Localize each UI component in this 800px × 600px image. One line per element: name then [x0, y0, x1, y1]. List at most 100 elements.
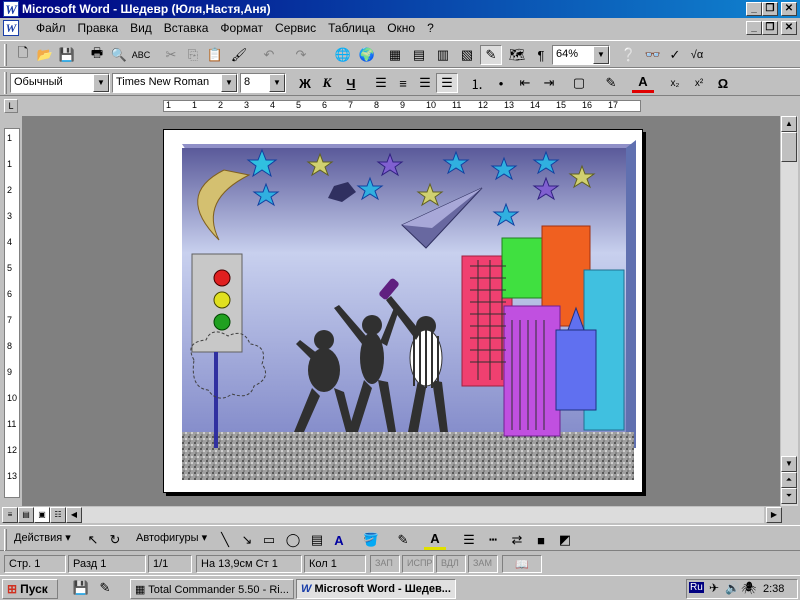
language-indicator[interactable]: Ru	[689, 582, 704, 593]
status-rec[interactable]: ЗАП	[370, 555, 400, 573]
italic-button[interactable]: К	[316, 73, 338, 93]
vertical-ruler[interactable]: 1 1 2 3 4 5 6 7 8 9 10 11 12 13	[4, 128, 20, 498]
scroll-thumb[interactable]	[781, 132, 797, 162]
minimize-button[interactable]: _	[746, 2, 762, 16]
spelling-icon[interactable]: ABC	[130, 45, 152, 65]
bold-button[interactable]: Ж	[294, 73, 316, 93]
3d-icon[interactable]: ◩	[554, 530, 576, 550]
chevron-down-icon[interactable]: ▼	[269, 74, 285, 92]
scroll-up-icon[interactable]: ▲	[781, 116, 797, 132]
font-combo[interactable]: Times New Roman ▼	[112, 73, 238, 93]
binoculars-icon[interactable]: 👓	[642, 45, 664, 65]
task-total-commander[interactable]: ▦ Total Commander 5.50 - Ri...	[130, 579, 294, 599]
task-word[interactable]: W Microsoft Word - Шедев...	[296, 579, 456, 599]
volume-icon[interactable]: 🔊	[725, 581, 740, 595]
chevron-down-icon[interactable]: ▼	[93, 74, 109, 92]
antivirus-icon[interactable]: 🕷	[741, 581, 756, 595]
menu-format[interactable]: Формат	[214, 21, 269, 35]
web-view-icon[interactable]: ▤	[18, 507, 34, 523]
save-icon[interactable]: 💾	[56, 45, 78, 65]
equation-icon[interactable]: √α	[686, 45, 708, 65]
font-size-combo[interactable]: 8 ▼	[240, 73, 286, 93]
tab-selector-icon[interactable]: L	[4, 99, 18, 113]
drawing-icon[interactable]: ✎	[480, 45, 502, 65]
fill-color-icon[interactable]: 🪣	[360, 530, 382, 550]
scroll-right-icon[interactable]: ▶	[766, 507, 782, 523]
print-preview-icon[interactable]: 🔍	[108, 45, 130, 65]
shadow-icon[interactable]: ■	[530, 530, 552, 550]
help-icon[interactable]: ❔	[618, 45, 640, 65]
numbering-icon[interactable]: ⒈	[466, 73, 488, 93]
align-right-icon[interactable]: ☰	[414, 73, 436, 93]
vertical-scrollbar[interactable]: ▲ ▼ ⏶ ⏷	[781, 116, 798, 506]
close-button[interactable]: ✕	[781, 2, 797, 16]
prev-page-icon[interactable]: ⏶	[781, 472, 797, 488]
oval-icon[interactable]: ◯	[282, 530, 304, 550]
new-icon[interactable]: 🗋	[12, 45, 34, 65]
quicklaunch-icon[interactable]: ✎	[94, 578, 116, 598]
format-painter-icon[interactable]: 🖌	[228, 45, 250, 65]
align-center-icon[interactable]: ≡	[392, 73, 414, 93]
network-icon[interactable]: ✈	[709, 581, 719, 595]
text-box-icon[interactable]: ▤	[306, 530, 328, 550]
highlight-icon[interactable]: ✎	[600, 73, 622, 93]
columns-icon[interactable]: ▧	[456, 45, 478, 65]
zoom-combo[interactable]: 64% ▼	[552, 45, 610, 65]
dash-style-icon[interactable]: ┅	[482, 530, 504, 550]
toolbar-grip[interactable]	[4, 72, 7, 94]
cut-icon[interactable]: ✂	[160, 45, 182, 65]
paste-icon[interactable]: 📋	[204, 45, 226, 65]
menu-edit[interactable]: Правка	[72, 21, 125, 35]
next-page-icon[interactable]: ⏷	[781, 488, 797, 504]
decrease-indent-icon[interactable]: ⇤	[514, 73, 536, 93]
desktop-icon[interactable]: 💾	[70, 578, 92, 598]
select-pointer-icon[interactable]: ↖	[82, 530, 104, 550]
line-color-icon[interactable]: ✎	[392, 530, 414, 550]
word-icon[interactable]: W	[3, 1, 19, 17]
insert-table-icon[interactable]: ▤	[408, 45, 430, 65]
page-view-icon[interactable]: ▣	[34, 507, 50, 523]
font-color-icon[interactable]: A	[632, 73, 654, 93]
doc-close-button[interactable]: ✕	[781, 21, 797, 35]
status-ext[interactable]: ВДЛ	[436, 555, 466, 573]
spell-check-icon[interactable]: ✓	[664, 45, 686, 65]
document-map-icon[interactable]: 🗺	[506, 45, 528, 65]
doc-minimize-button[interactable]: _	[746, 21, 762, 35]
menu-help[interactable]: ?	[421, 21, 440, 35]
menu-insert[interactable]: Вставка	[158, 21, 215, 35]
menu-view[interactable]: Вид	[124, 21, 158, 35]
book-icon[interactable]: 📖	[502, 555, 542, 573]
tables-borders-icon[interactable]: ▦	[384, 45, 406, 65]
normal-view-icon[interactable]: ≡	[2, 507, 18, 523]
insert-excel-icon[interactable]: ▥	[432, 45, 454, 65]
borders-icon[interactable]: ▢	[568, 73, 590, 93]
clock[interactable]: 2:38	[763, 583, 784, 595]
menu-window[interactable]: Окно	[381, 21, 421, 35]
outline-view-icon[interactable]: ☷	[50, 507, 66, 523]
subscript-icon[interactable]: x₂	[664, 73, 686, 93]
line-icon[interactable]: ╲	[214, 530, 236, 550]
wordart-icon[interactable]: A	[328, 530, 350, 550]
justify-icon[interactable]: ☰	[436, 73, 458, 93]
redo-icon[interactable]: ↷	[290, 45, 312, 65]
symbol-icon[interactable]: Ω	[712, 73, 734, 93]
start-button[interactable]: ⊞ Пуск	[2, 579, 58, 599]
menu-table[interactable]: Таблица	[322, 21, 381, 35]
horizontal-scroll-track[interactable]	[82, 507, 764, 523]
underline-button[interactable]: Ч	[340, 73, 362, 93]
menu-file[interactable]: Файл	[30, 21, 72, 35]
superscript-icon[interactable]: x²	[688, 73, 710, 93]
status-trk[interactable]: ИСПР	[402, 555, 434, 573]
free-rotate-icon[interactable]: ↻	[104, 530, 126, 550]
scroll-down-icon[interactable]: ▼	[781, 456, 797, 472]
style-combo[interactable]: Обычный ▼	[10, 73, 110, 93]
arrow-style-icon[interactable]: ⇄	[506, 530, 528, 550]
ruler-scale[interactable]: 1 1 2 3 4 5 6 7 8 9 10 11 12 13 14 15 16 17	[163, 100, 641, 112]
chevron-down-icon[interactable]: ▼	[221, 74, 237, 92]
document-icon[interactable]: W	[3, 20, 19, 36]
arrow-icon[interactable]: ↘	[236, 530, 258, 550]
scroll-left-icon[interactable]: ◀	[66, 507, 82, 523]
copy-icon[interactable]: ⎘	[182, 45, 204, 65]
document-page[interactable]	[163, 129, 643, 493]
menu-tools[interactable]: Сервис	[269, 21, 322, 35]
